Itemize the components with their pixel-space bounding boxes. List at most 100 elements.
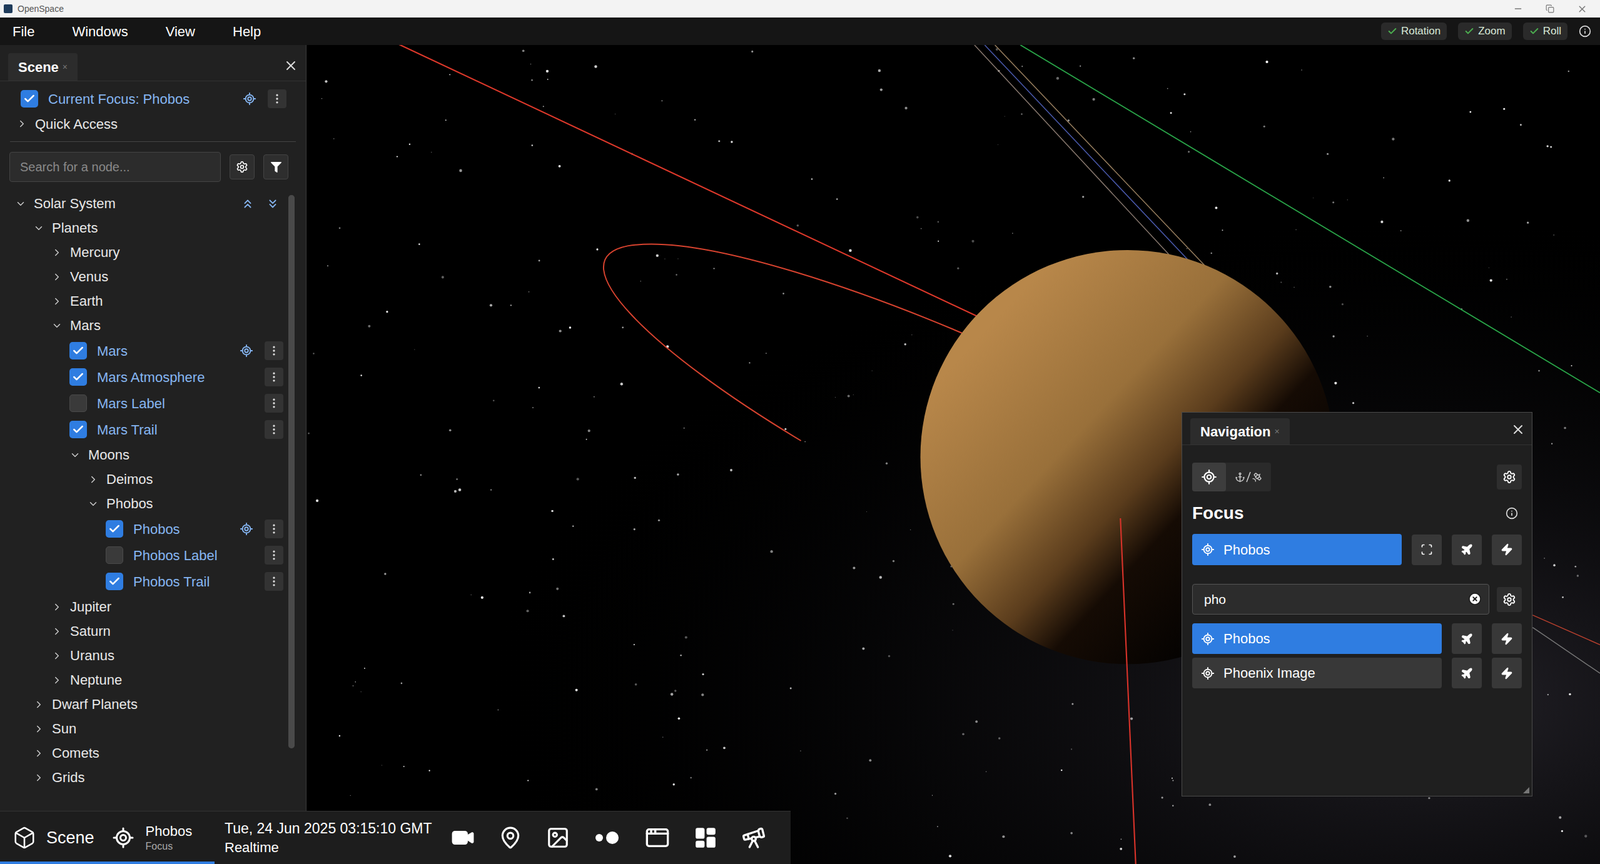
tree-item[interactable]: Mars [0,313,289,338]
tree-item[interactable]: Neptune [0,668,289,693]
navigation-window[interactable]: Navigation×FocusPhobosPhobosPhoenix Imag… [1181,412,1533,797]
collapse-all-icon[interactable] [240,197,255,211]
panel-tab[interactable]: Navigation× [1190,418,1290,445]
scrollbar-thumb[interactable] [288,195,295,749]
settings-button[interactable] [1496,587,1522,613]
info-icon[interactable] [1505,507,1519,520]
group-label[interactable]: Venus [70,266,109,288]
menu-item[interactable]: Help [232,21,261,42]
node-label[interactable]: Mars Label [96,393,166,415]
focus-button[interactable]: PhobosFocus [111,811,193,864]
tree-item[interactable]: Phobos [0,516,289,543]
group-label[interactable]: Comets [51,743,100,764]
focus-button[interactable]: Phobos [1192,534,1402,566]
checkbox[interactable] [105,520,124,538]
chevron-right-icon[interactable] [51,650,63,662]
clear-icon[interactable] [1468,592,1482,607]
expand-all-icon[interactable] [265,197,280,211]
time-display[interactable]: Tue, 24 Jun 2025 03:15:10 GMTRealtime [224,819,433,858]
pin-icon[interactable] [498,826,523,851]
tree-item[interactable]: Venus [0,264,289,289]
tree-item[interactable]: Phobos Label [0,542,289,569]
chevron-right-icon[interactable] [33,699,45,711]
menu-item[interactable]: File [12,21,35,42]
current-focus-row[interactable]: Current Focus: Phobos [0,86,306,112]
toggle-pill[interactable]: Roll [1523,22,1568,41]
tree-item[interactable]: Mars Label [0,390,289,417]
tree-item[interactable]: Mars Atmosphere [0,364,289,391]
chevron-right-icon[interactable] [33,723,45,735]
group-label[interactable]: Saturn [70,621,111,642]
info-icon[interactable] [1578,25,1592,38]
chevron-right-icon[interactable] [33,748,45,760]
tree-item[interactable]: Mars Trail [0,416,289,443]
node-label[interactable]: Mars Trail [96,419,158,441]
tree-item[interactable]: Dwarf Planets [0,692,289,717]
tree-item[interactable]: Jupiter [0,594,289,620]
toggle-pill[interactable]: Zoom [1458,22,1512,41]
group-label[interactable]: Mercury [70,242,120,263]
group-label[interactable]: Dwarf Planets [51,694,138,715]
chevron-right-icon[interactable] [33,772,45,784]
focus-icon[interactable] [239,522,254,537]
telescope-icon[interactable] [741,825,767,851]
group-label[interactable]: Deimos [106,469,154,490]
more-button[interactable] [267,89,287,109]
minimize-icon[interactable] [1513,3,1524,14]
jump-button[interactable] [1491,658,1522,689]
more-button[interactable] [264,367,284,387]
focus-icon[interactable] [242,91,257,106]
checkbox[interactable] [105,572,124,591]
group-label[interactable]: Planets [51,217,98,239]
image-icon[interactable] [546,826,570,851]
node-label[interactable]: Mars Atmosphere [96,367,205,388]
more-button[interactable] [264,546,284,565]
tree-item[interactable]: Phobos Trail [0,568,289,595]
more-button[interactable] [264,394,284,413]
resize-handle-icon[interactable] [1521,785,1530,795]
tree-item[interactable]: Grids [0,765,289,790]
tree-item[interactable]: Uranus [0,643,289,669]
chevron-right-icon[interactable] [51,271,63,283]
quick-access-row[interactable]: Quick Access [0,111,306,137]
chevron-right-icon[interactable] [87,474,99,486]
chevron-right-icon[interactable] [51,626,63,638]
node-label[interactable]: Phobos [133,519,181,540]
close-icon[interactable] [1510,422,1526,438]
group-label[interactable]: Sun [51,718,77,740]
group-label[interactable]: Moons [88,444,130,466]
chevron-right-icon[interactable] [51,295,63,308]
node-search-field[interactable] [9,151,221,183]
fly-to-button[interactable] [1451,534,1482,566]
dashboard-icon[interactable] [693,826,718,851]
tree-item[interactable]: Planets [0,215,289,241]
node-label[interactable]: Mars [96,340,128,362]
filter-button[interactable] [263,154,289,180]
tree-item[interactable]: Saturn [0,619,289,644]
checkbox[interactable] [69,342,87,360]
mode-button[interactable] [1192,462,1226,492]
checkbox[interactable] [69,368,87,386]
menu-item[interactable]: Windows [71,21,128,42]
close-icon[interactable] [1576,3,1588,15]
tree-item[interactable]: Deimos [0,467,289,492]
chevron-down-icon[interactable] [33,222,45,234]
checkbox[interactable] [69,394,87,413]
tree-item[interactable]: Solar System [0,191,289,216]
fly-to-button[interactable] [1451,623,1482,655]
settings-button[interactable] [1496,464,1522,490]
node-label[interactable]: Phobos Label [133,545,218,567]
group-label[interactable]: Neptune [70,669,122,691]
group-label[interactable]: Phobos [106,493,154,515]
chevron-down-icon[interactable] [51,320,63,332]
more-button[interactable] [264,519,284,539]
focus-icon[interactable] [239,344,254,358]
scene-button[interactable]: Scene [0,811,95,864]
group-label[interactable]: Grids [51,767,86,789]
fly-to-button[interactable] [1451,658,1482,689]
chevron-down-icon[interactable] [87,498,99,510]
tree-item[interactable]: Earth [0,288,289,314]
more-button[interactable] [264,341,284,361]
tree-item[interactable]: Phobos [0,491,289,517]
toggle-dots-icon[interactable] [593,830,622,847]
